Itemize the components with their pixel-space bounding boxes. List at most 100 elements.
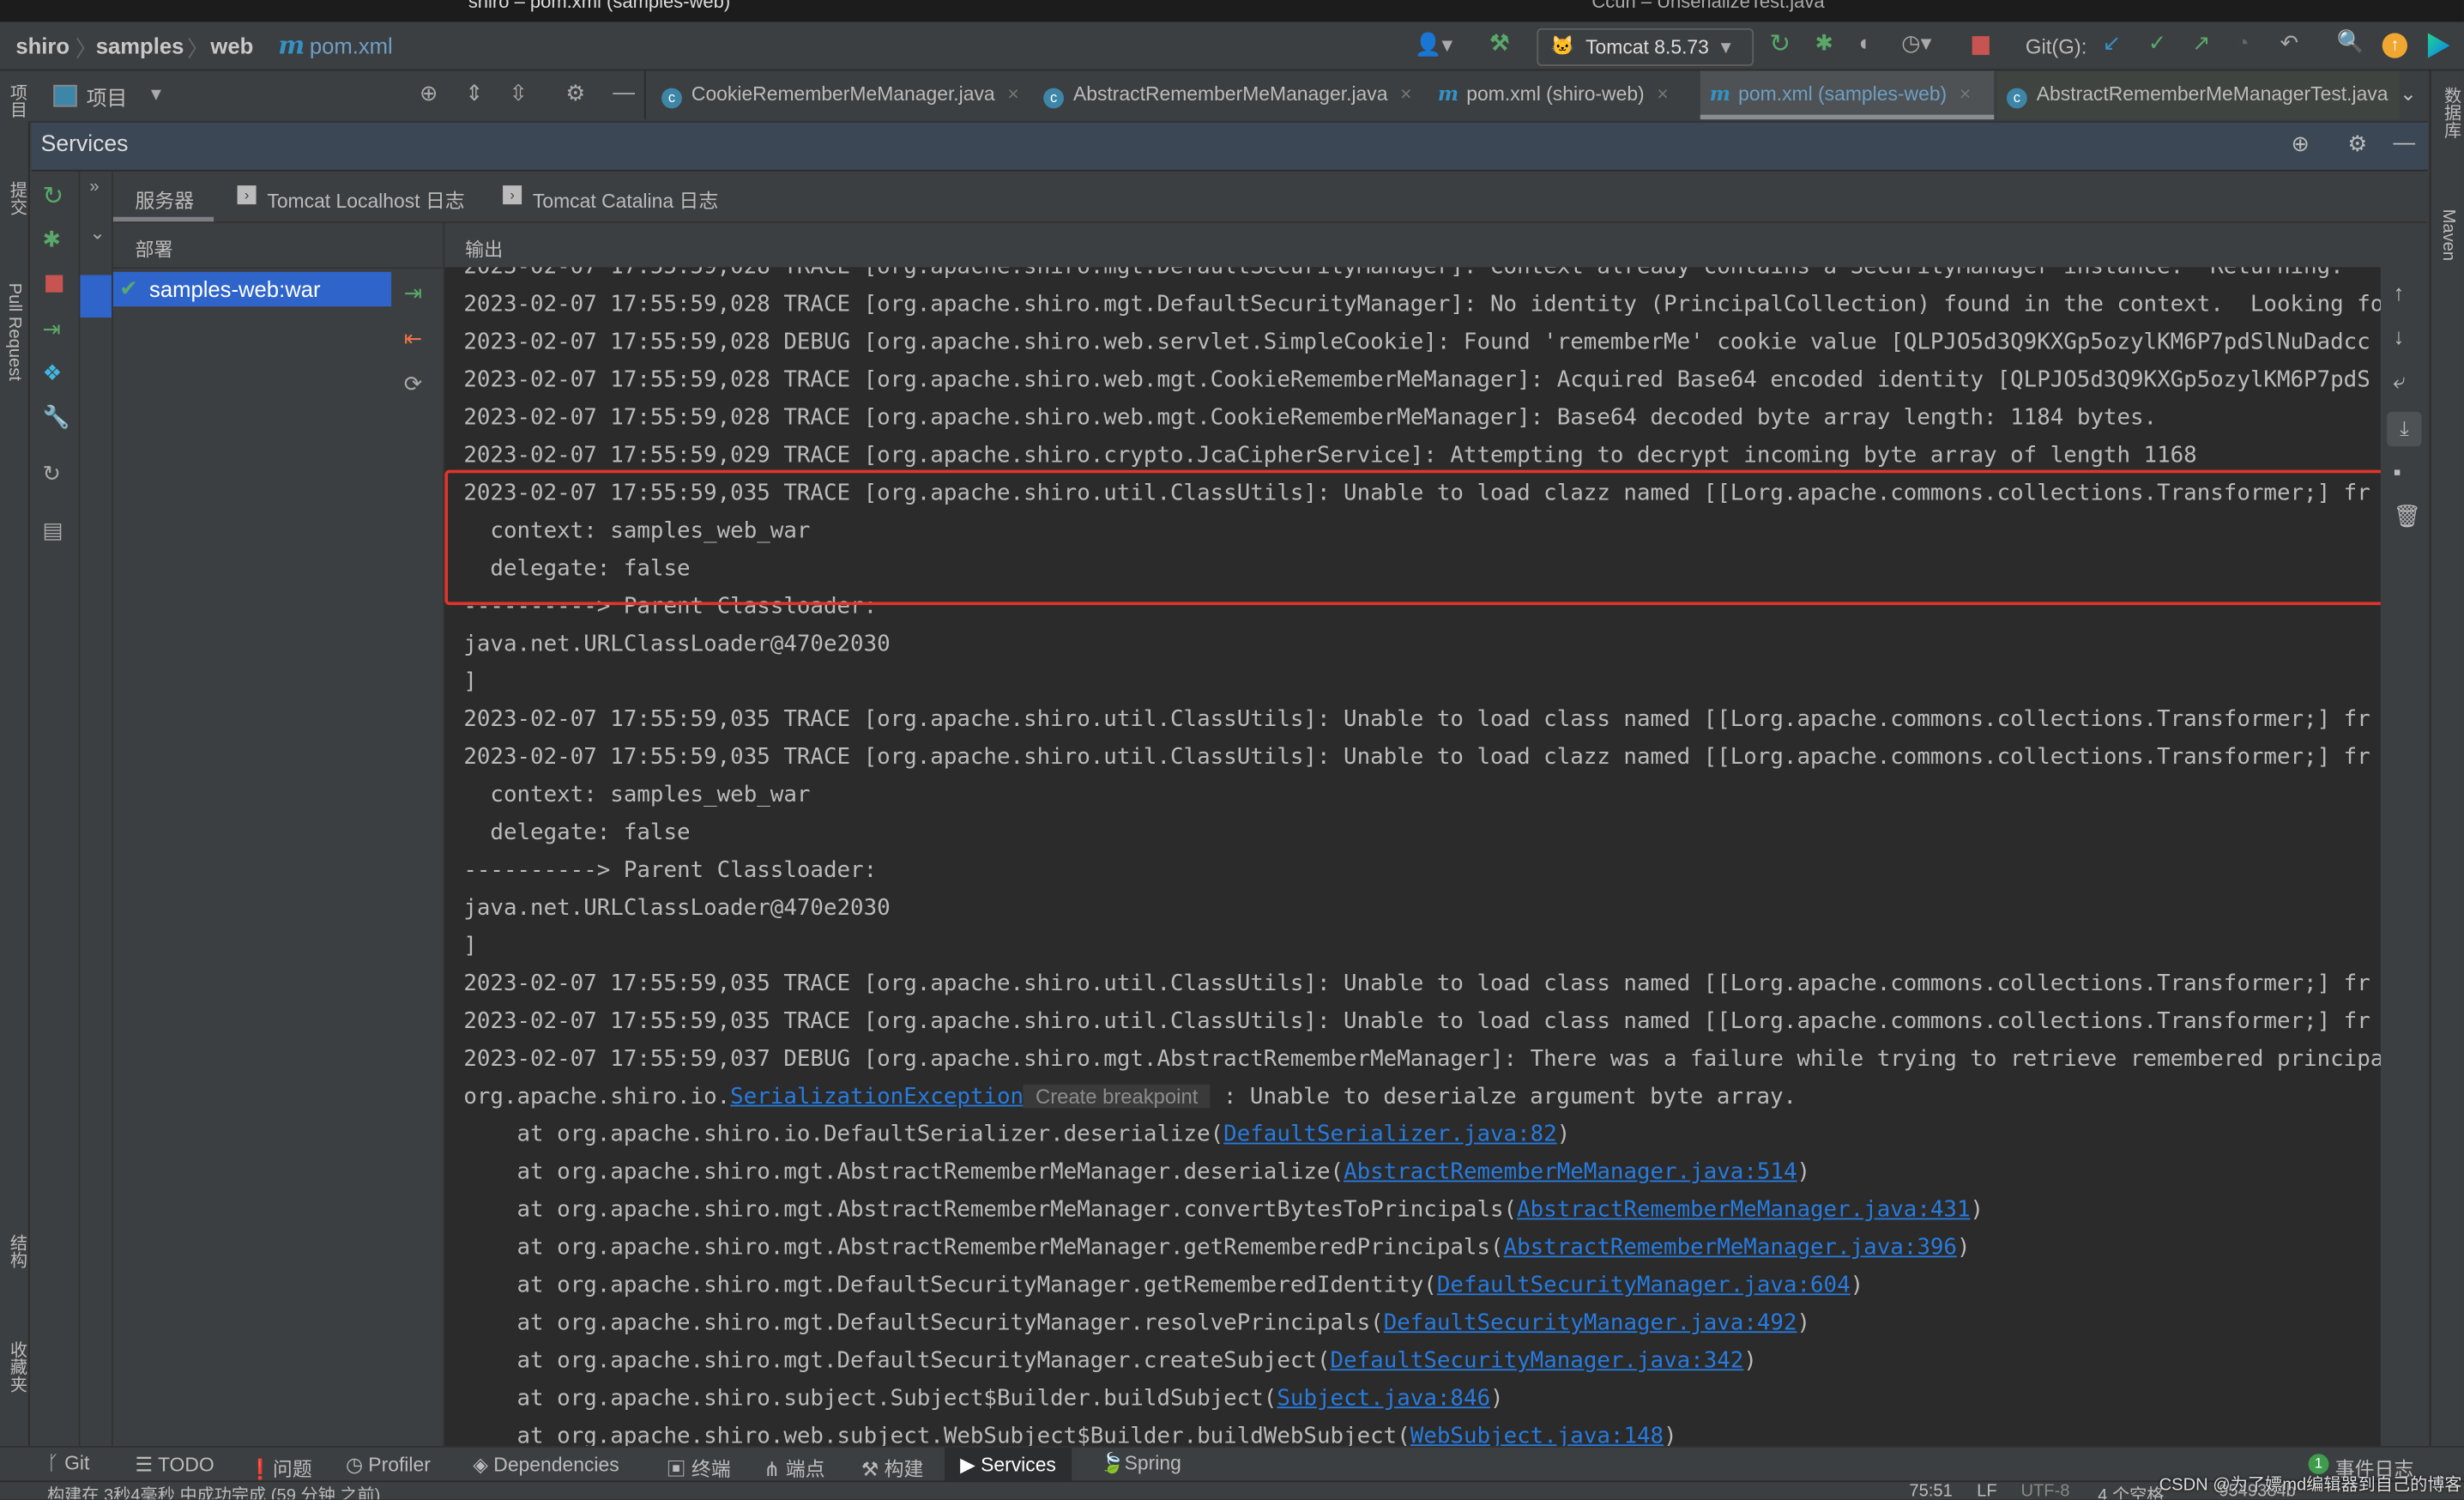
rollback-icon[interactable]: ↶ [2280, 30, 2298, 57]
project-panel-label[interactable]: 项目 [87, 82, 128, 112]
expand-all-icon[interactable]: ⇕ [465, 80, 483, 106]
minimize-icon[interactable]: — [613, 79, 635, 104]
locate-icon[interactable]: ⊕ [420, 80, 438, 106]
chevron-down-icon[interactable]: ▾ [151, 82, 161, 106]
stacktrace-link[interactable]: WebSubject.java:148 [1410, 1424, 1664, 1446]
tool-services[interactable]: ▶ Services [944, 1447, 1072, 1483]
editor-tab-active[interactable]: m pom.xml (samples-web) × [1700, 70, 1995, 120]
history-icon[interactable]: ◔ [2236, 30, 2250, 55]
close-icon[interactable]: × [1400, 83, 1411, 106]
editor-tab[interactable]: c AbstractRememberMeManagerTest.java [1996, 70, 2400, 120]
stripe-pull-requests[interactable]: Pull Request [4, 283, 23, 381]
debug-icon[interactable]: ✱ [1815, 30, 1833, 57]
gear-icon[interactable]: ⚙ [2347, 130, 2367, 157]
git-commit-icon[interactable]: ✓ [2148, 30, 2166, 57]
stacktrace-link[interactable]: SerializationException [730, 1085, 1024, 1110]
stripe-maven[interactable]: Maven [2439, 209, 2458, 262]
group-icon[interactable]: ❖ [42, 360, 62, 386]
stacktrace-link[interactable]: DefaultSecurityManager.java:604 [1437, 1273, 1851, 1298]
stacktrace-link[interactable]: AbstractRememberMeManager.java:431 [1517, 1198, 1970, 1223]
tool-build[interactable]: ⚒ 构建 [861, 1452, 924, 1482]
stripe-structure[interactable]: 结构 [4, 1234, 29, 1268]
toolbox-icon[interactable] [2427, 33, 2450, 58]
deploy-icon[interactable]: ⇥ [404, 280, 422, 306]
editor-tab[interactable]: m pom.xml (shiro-web) × [1428, 70, 1669, 119]
tool-spring[interactable]: 🍃Spring [1100, 1452, 1181, 1475]
profile-icon[interactable]: ◷▾ [1901, 30, 1931, 57]
chevron-down-icon[interactable]: ⌄ [89, 221, 105, 244]
deploy-header-label: 部署 [135, 239, 173, 262]
deployment-item[interactable]: ✔ samples-web:war [112, 271, 392, 307]
arrow-up-icon[interactable]: ↑ [2394, 280, 2405, 305]
minimize-icon[interactable]: — [2394, 129, 2416, 154]
tabs-overflow-chevron-icon[interactable]: ⌄ [2400, 82, 2417, 106]
tab-tomcat-localhost-log[interactable]: Tomcat Localhost 日志 [267, 184, 464, 214]
stop-icon[interactable] [1972, 36, 1990, 56]
update-icon[interactable]: ↑ [2382, 33, 2408, 58]
tool-git[interactable]: ᚴ Git [47, 1452, 89, 1474]
wrench-icon[interactable]: 🔧 [42, 404, 69, 431]
stacktrace-link[interactable]: DefaultSecurityManager.java:342 [1331, 1349, 1744, 1374]
breadcrumb-shiro[interactable]: shiro [15, 33, 69, 57]
encoding[interactable]: UTF-8 [2020, 1482, 2069, 1499]
breadcrumb-file[interactable]: pom.xml [310, 33, 393, 57]
gear-icon[interactable]: ⚙ [565, 80, 585, 106]
stacktrace-link[interactable]: AbstractRememberMeManager.java:396 [1504, 1236, 1957, 1261]
line-separator[interactable]: LF [1977, 1482, 1997, 1499]
stop-icon[interactable] [45, 275, 63, 293]
build-hammer-icon[interactable]: ⚒ [1489, 30, 1509, 57]
stripe-commit[interactable]: 提交 [4, 181, 29, 215]
rerun-icon[interactable]: ↻ [1769, 28, 1791, 60]
layout-icon[interactable]: ▤ [42, 517, 63, 544]
rerun-icon[interactable]: ↻ [42, 181, 63, 213]
tree-selection[interactable] [80, 275, 112, 318]
stripe-project[interactable]: 项目 [4, 83, 29, 118]
scroll-to-end-icon[interactable]: ⤓ [2387, 411, 2422, 447]
tool-profiler[interactable]: ◷ Profiler [346, 1452, 431, 1476]
print-icon[interactable]: ▪ [2394, 459, 2401, 484]
tool-endpoints[interactable]: ⋔ 端点 [764, 1452, 824, 1482]
refresh-icon[interactable]: ↻ [42, 461, 60, 487]
tool-dependencies[interactable]: ◈ Dependencies [473, 1452, 619, 1476]
expand-icon[interactable]: » [89, 178, 99, 197]
stripe-database[interactable]: 数据库 [2439, 87, 2464, 138]
collapse-all-icon[interactable]: ⇳ [509, 80, 527, 106]
git-push-icon[interactable]: ↗ [2192, 30, 2210, 57]
locate-icon[interactable]: ⊕ [2291, 130, 2309, 157]
clear-icon[interactable]: 🗑 [2394, 503, 2422, 529]
deploy-icon[interactable]: ⇥ [42, 316, 60, 342]
tool-todo[interactable]: ☰ TODO [136, 1452, 214, 1476]
breadcrumb-samples[interactable]: samples [96, 33, 184, 57]
stacktrace-link[interactable]: AbstractRememberMeManager.java:514 [1344, 1160, 1797, 1185]
stripe-favorites[interactable]: 收藏夹 [4, 1340, 29, 1392]
run-configuration-selector[interactable]: 🐱 Tomcat 8.5.73 ▾ [1537, 27, 1754, 66]
log-text: at org.apache.shiro.subject.Subject$Buil… [463, 1386, 1277, 1412]
soft-wrap-icon[interactable]: ⤶ [2394, 368, 2406, 395]
create-breakpoint-hint[interactable]: Create breakpoint [1024, 1084, 1211, 1109]
tool-terminal[interactable]: ▣ 终端 [667, 1452, 731, 1482]
tool-problems[interactable]: ❗问题 [248, 1452, 311, 1482]
stacktrace-link[interactable]: DefaultSecurityManager.java:492 [1384, 1311, 1797, 1336]
editor-tab[interactable]: c AbstractRememberMeManager.java × [1034, 70, 1412, 119]
git-update-icon[interactable]: ↙ [2103, 30, 2121, 57]
close-icon[interactable]: × [1657, 83, 1668, 106]
caret-position[interactable]: 75:51 [1909, 1482, 1952, 1499]
tab-tomcat-catalina-log[interactable]: Tomcat Catalina 日志 [533, 184, 718, 214]
arrow-down-icon[interactable]: ↓ [2394, 324, 2405, 348]
search-icon[interactable]: 🔍 [2337, 28, 2364, 55]
refresh-icon[interactable]: ⟳ [404, 371, 422, 397]
console-output[interactable]: 2023-02-07 17:55:59,028 TRACE [org.apach… [444, 267, 2381, 1447]
stacktrace-link[interactable]: Subject.java:846 [1277, 1386, 1490, 1411]
editor-tab[interactable]: c CookieRememberMeManager.java × [652, 70, 1019, 119]
debug-icon[interactable]: ✱ [42, 227, 60, 253]
user-icon[interactable]: 👤▾ [1414, 32, 1452, 58]
undeploy-icon[interactable]: ⇤ [404, 325, 422, 352]
breadcrumb-web[interactable]: web [210, 33, 253, 57]
coverage-icon[interactable]: ◐ [1859, 30, 1873, 55]
tab-server[interactable]: 服务器 [112, 172, 214, 222]
indent[interactable]: 4 个空格 [2098, 1482, 2164, 1500]
close-icon[interactable]: × [1960, 83, 1971, 106]
log-text: java.net.URLClassLoader@470e2030 [463, 896, 891, 922]
close-icon[interactable]: × [1007, 83, 1018, 106]
stacktrace-link[interactable]: DefaultSerializer.java:82 [1223, 1122, 1557, 1147]
